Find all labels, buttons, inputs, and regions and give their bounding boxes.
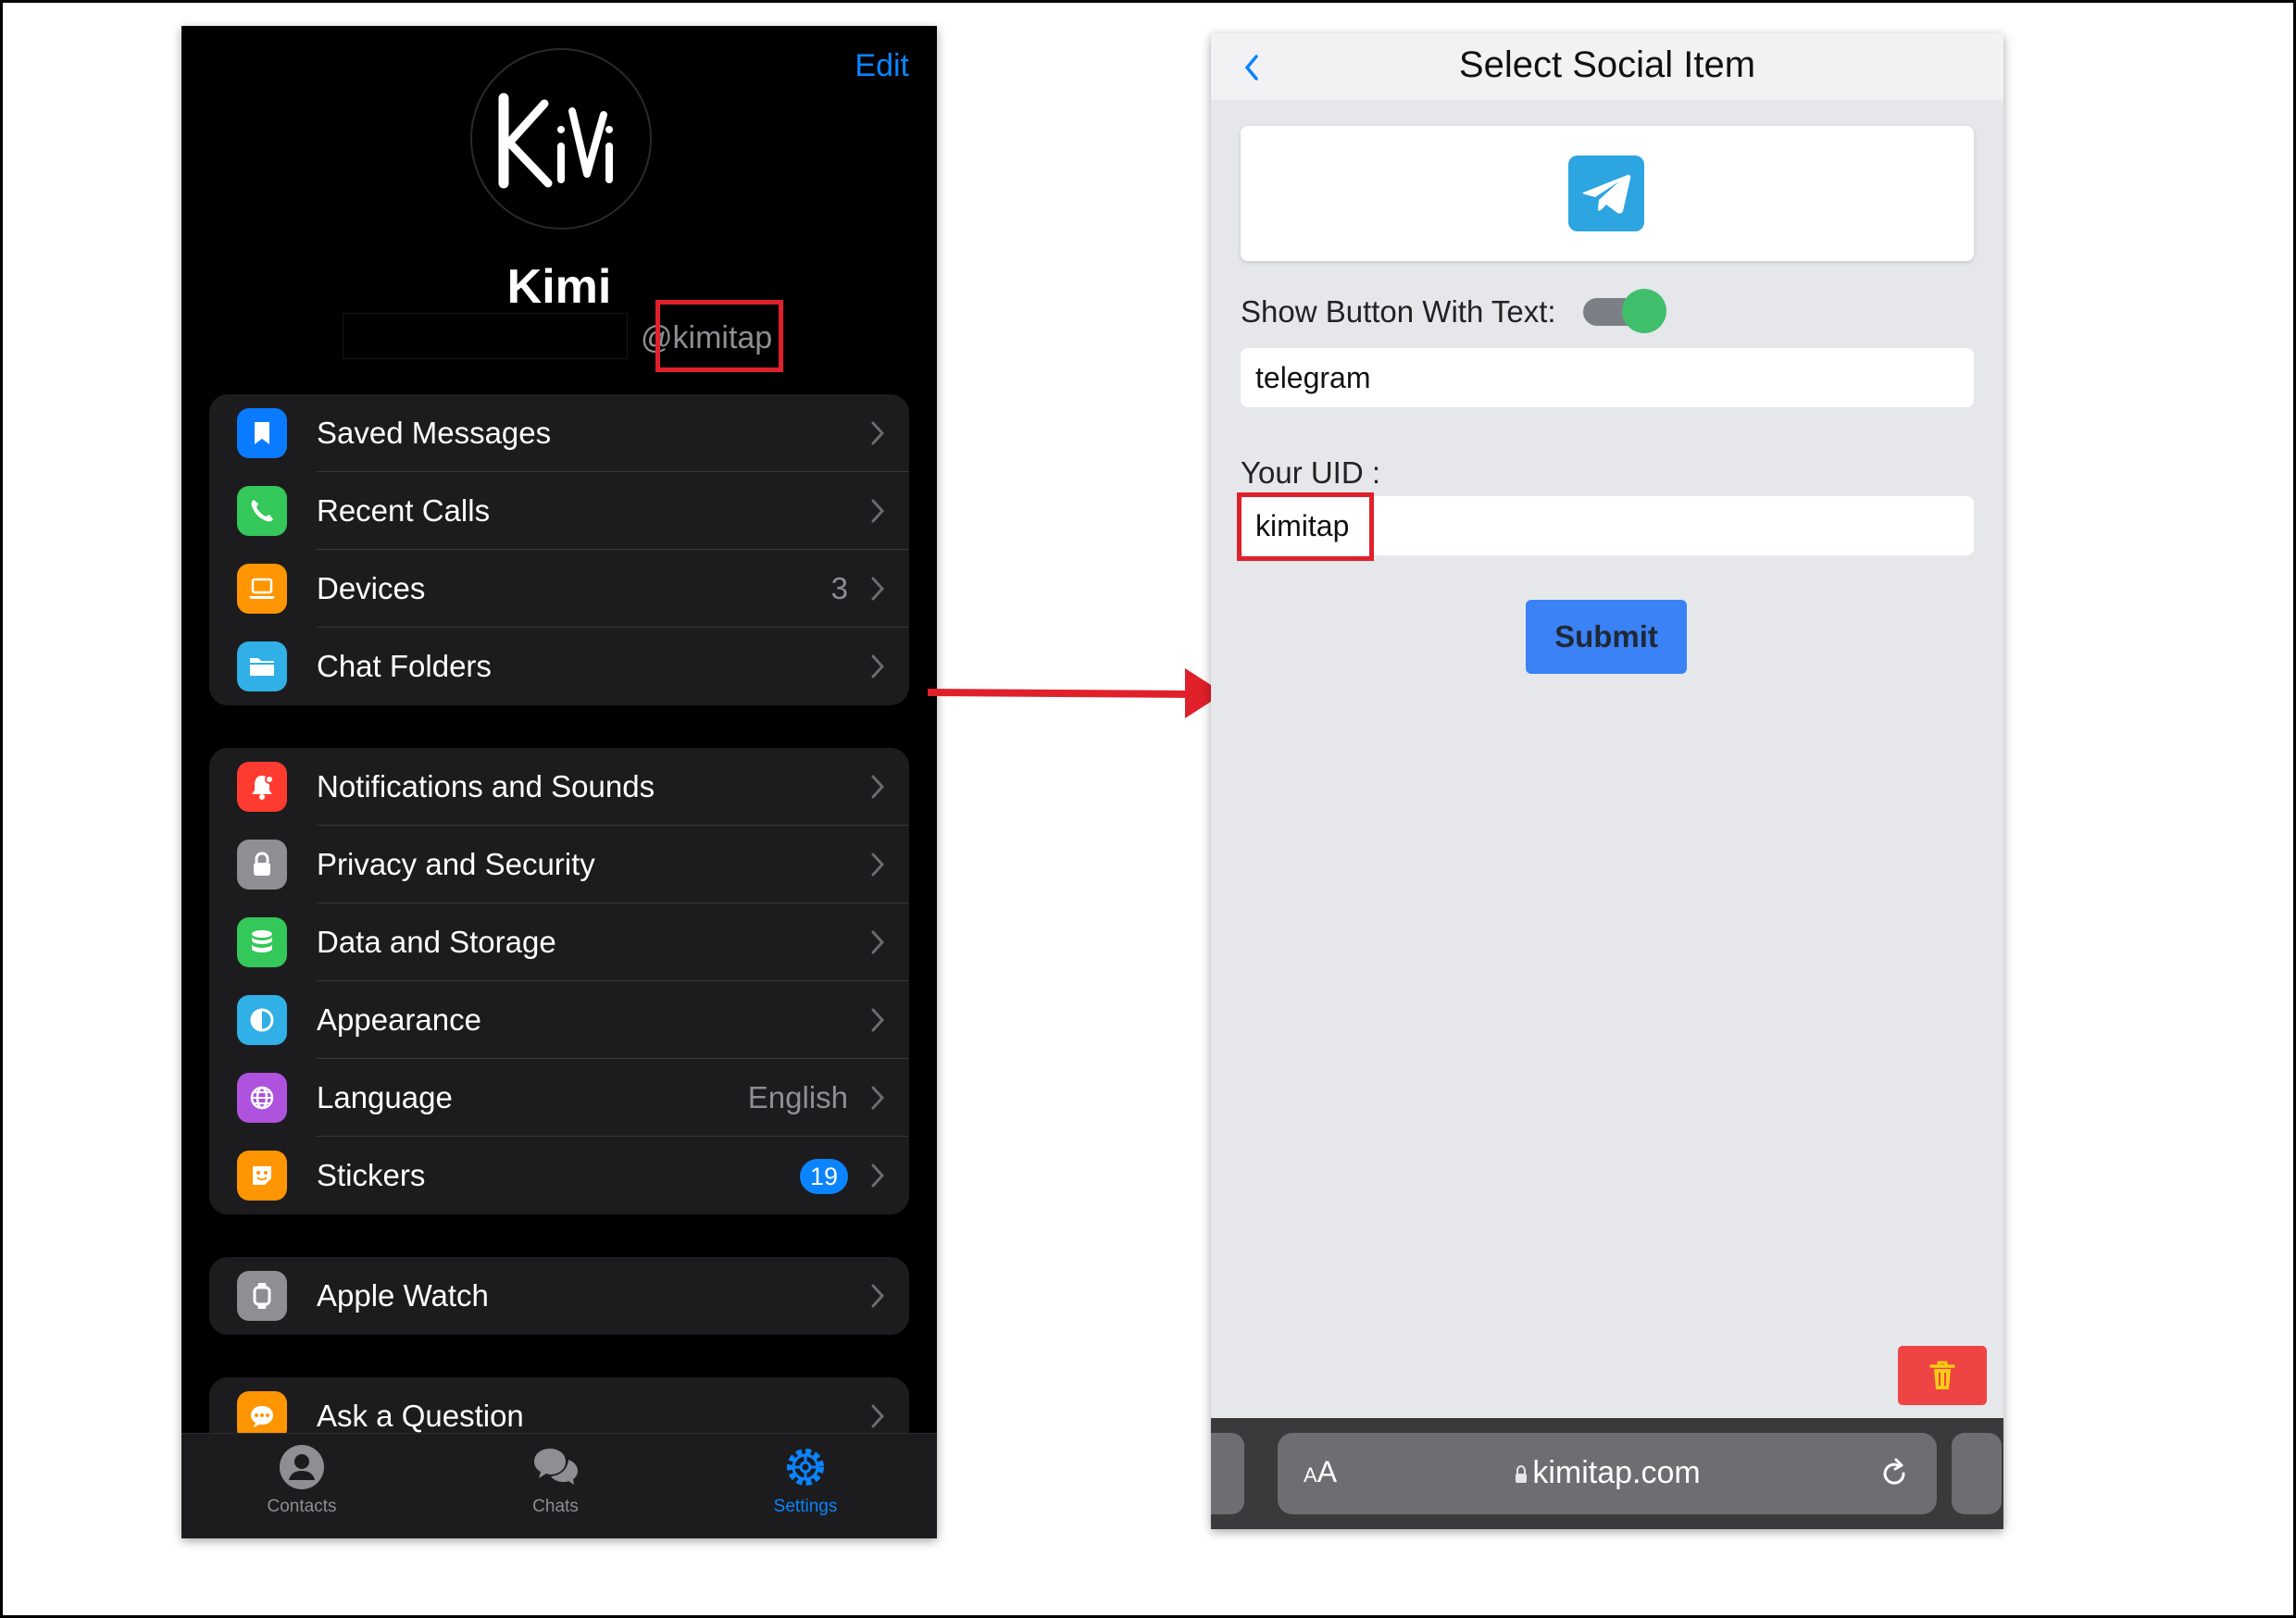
chevron-right-icon <box>871 421 885 445</box>
tab-label: Chats <box>532 1497 579 1516</box>
show-button-text-label: Show Button With Text: <box>1241 294 1556 329</box>
chevron-right-icon <box>871 853 885 877</box>
settings-row-recent-calls[interactable]: Recent Calls <box>209 472 909 550</box>
uid-highlight-box <box>1237 492 1374 561</box>
settings-group-3: Apple Watch <box>209 1257 909 1335</box>
chevron-right-icon <box>871 1164 885 1188</box>
lock-icon <box>1516 1464 1528 1483</box>
chevron-right-icon <box>871 577 885 601</box>
chevron-right-icon <box>871 775 885 799</box>
settings-group-2: Notifications and Sounds Privacy and Sec… <box>209 748 909 1214</box>
browser-address-bar: AA kimitap.com <box>1211 1418 2003 1529</box>
bookmark-icon <box>237 408 287 458</box>
kimi-logo <box>474 52 648 226</box>
person-icon <box>280 1445 324 1489</box>
button-text-input[interactable]: telegram <box>1241 348 1974 407</box>
chevron-right-icon <box>871 1008 885 1032</box>
edit-button[interactable]: Edit <box>855 48 909 84</box>
settings-row-appearance[interactable]: Appearance <box>209 981 909 1059</box>
lock-icon <box>237 840 287 890</box>
submit-button[interactable]: Submit <box>1526 600 1687 674</box>
toggle-knob <box>1622 289 1666 333</box>
row-label: Privacy and Security <box>317 847 595 881</box>
row-label: Language <box>317 1080 453 1114</box>
row-label: Saved Messages <box>317 416 552 450</box>
phone-icon <box>237 486 287 536</box>
telegram-icon <box>1568 156 1644 231</box>
trash-icon <box>1929 1361 1955 1389</box>
sticker-icon <box>237 1151 287 1201</box>
redacted-phone-number <box>343 313 628 359</box>
kimitap-social-screen: Select Social Item Show Button With Text… <box>1211 33 2003 1529</box>
url-field[interactable]: AA kimitap.com <box>1278 1433 1937 1514</box>
delete-button[interactable] <box>1898 1346 1987 1405</box>
next-tab-edge[interactable] <box>1952 1433 2002 1514</box>
row-label: Appearance <box>317 1002 481 1037</box>
row-label: Devices <box>317 571 426 605</box>
settings-row-data-storage[interactable]: Data and Storage <box>209 903 909 981</box>
tab-label: Settings <box>773 1497 838 1516</box>
row-label: Recent Calls <box>317 493 491 528</box>
row-label: Ask a Question <box>317 1399 524 1433</box>
page-title: Select Social Item <box>1458 44 1756 85</box>
settings-row-notifications[interactable]: Notifications and Sounds <box>209 748 909 826</box>
tab-contacts[interactable]: Contacts <box>209 1441 394 1517</box>
settings-row-apple-watch[interactable]: Apple Watch <box>209 1257 909 1335</box>
chevron-right-icon <box>871 930 885 954</box>
chevron-right-icon <box>871 1086 885 1110</box>
settings-row-saved-messages[interactable]: Saved Messages <box>209 394 909 472</box>
chevron-right-icon <box>871 1404 885 1428</box>
row-label: Data and Storage <box>317 925 556 959</box>
settings-row-chat-folders[interactable]: Chat Folders <box>209 628 909 705</box>
chevron-right-icon <box>871 654 885 678</box>
watch-icon <box>237 1271 287 1321</box>
row-label: Notifications and Sounds <box>317 769 655 803</box>
stickers-badge: 19 <box>800 1159 848 1194</box>
uid-label: Your UID : <box>1241 455 1381 490</box>
chevron-right-icon <box>871 1284 885 1308</box>
telegram-settings-screen: Edit Kimi @kimitap Saved Messages Recent… <box>181 26 937 1538</box>
settings-row-devices[interactable]: Devices 3 <box>209 550 909 628</box>
settings-group-1: Saved Messages Recent Calls Devices 3 Ch… <box>209 394 909 705</box>
settings-row-stickers[interactable]: Stickers 19 <box>209 1137 909 1214</box>
social-item-card[interactable] <box>1241 126 1974 261</box>
language-value: English <box>747 1080 848 1114</box>
half-circle-icon <box>237 995 287 1045</box>
url-text: kimitap.com <box>1278 1455 1937 1491</box>
show-text-toggle[interactable] <box>1583 289 1666 333</box>
profile-name: Kimi <box>506 260 612 314</box>
reload-icon[interactable] <box>1876 1455 1913 1492</box>
tab-chats[interactable]: Chats <box>463 1441 648 1517</box>
settings-row-language[interactable]: Language English <box>209 1059 909 1137</box>
folder-icon <box>237 641 287 691</box>
bell-icon <box>237 762 287 812</box>
nav-header: Select Social Item <box>1211 33 2003 100</box>
devices-count: 3 <box>830 571 848 605</box>
laptop-icon <box>237 564 287 614</box>
tab-label: Contacts <box>267 1497 337 1516</box>
previous-tab-edge[interactable] <box>1211 1433 1244 1514</box>
tab-bar: Contacts Chats Settings <box>181 1433 937 1538</box>
globe-icon <box>237 1073 287 1123</box>
settings-row-privacy[interactable]: Privacy and Security <box>209 826 909 903</box>
red-arrow <box>928 668 1224 718</box>
database-icon <box>237 917 287 967</box>
gear-icon <box>787 1449 824 1486</box>
row-label: Apple Watch <box>317 1278 489 1313</box>
tab-settings[interactable]: Settings <box>713 1441 898 1517</box>
row-label: Stickers <box>317 1158 426 1192</box>
username-highlight-box <box>655 300 783 372</box>
chevron-right-icon <box>871 499 885 523</box>
avatar[interactable] <box>470 48 652 230</box>
row-label: Chat Folders <box>317 649 492 683</box>
chats-icon <box>534 1449 578 1485</box>
